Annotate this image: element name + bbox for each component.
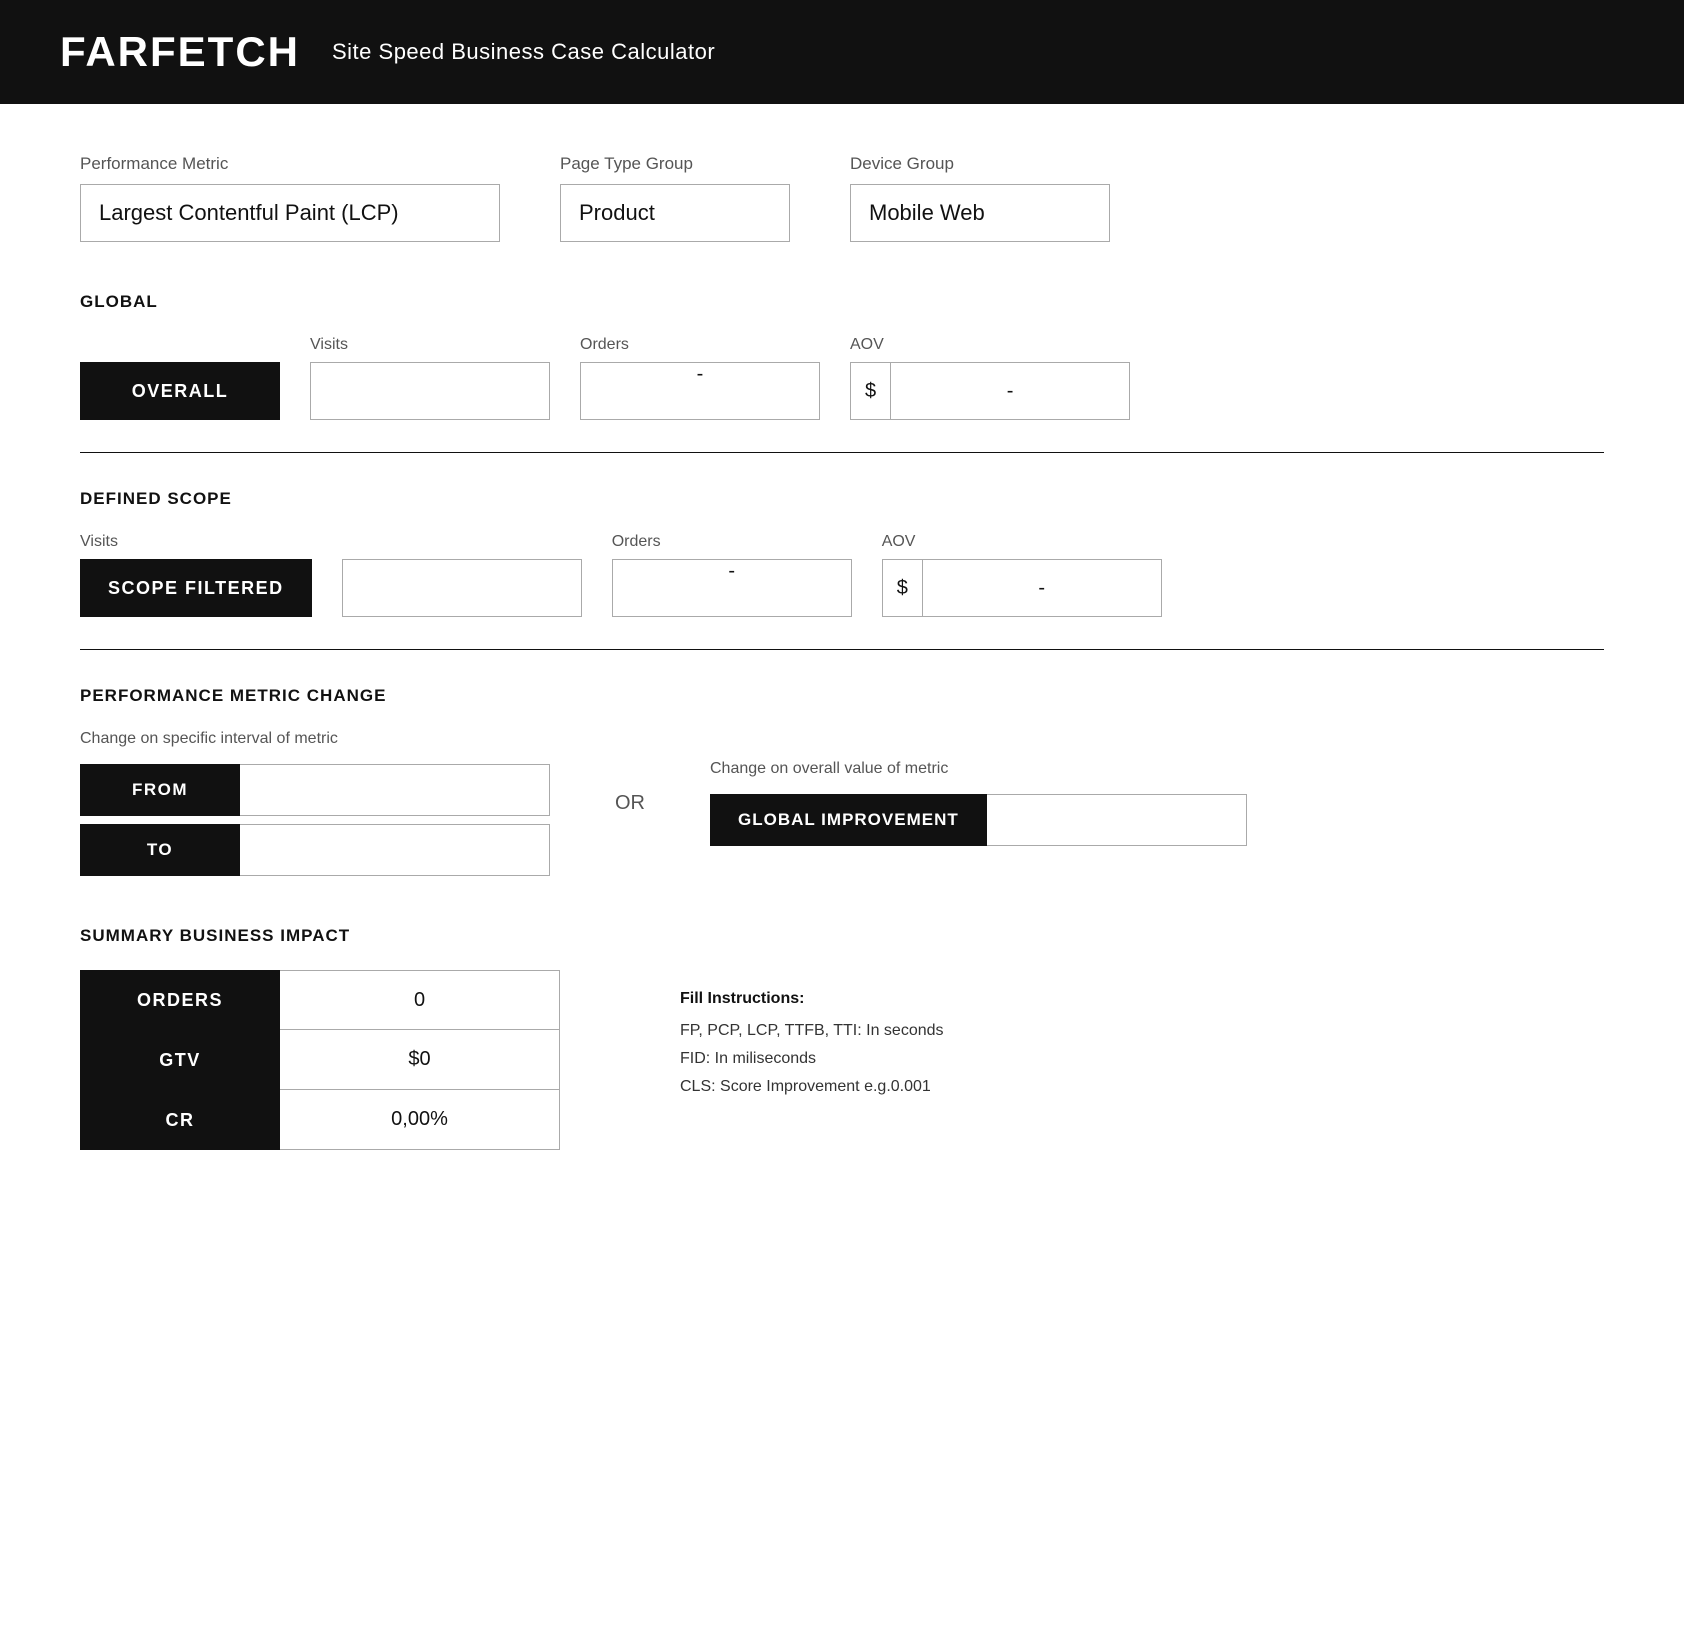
global-improvement-row: GLOBAL IMPROVEMENT: [710, 794, 1247, 846]
summary-cr-row: CR 0,00%: [80, 1090, 560, 1150]
overall-visits-label: Visits: [310, 336, 550, 354]
overall-aov-dollar: $: [851, 363, 891, 419]
page-type-group-group: Page Type Group: [560, 154, 790, 242]
summary-gtv-value: $0: [280, 1030, 560, 1090]
fill-item-2: CLS: Score Improvement e.g.0.001: [680, 1078, 944, 1096]
scope-orders-col: Orders -: [612, 533, 852, 617]
overall-aov-wrap: $ -: [850, 362, 1130, 420]
summary-content: ORDERS 0 GTV $0 CR 0,00% Fill Instructio…: [80, 970, 1604, 1150]
performance-metric-input[interactable]: [80, 184, 500, 242]
device-group-label: Device Group: [850, 154, 1110, 174]
from-input[interactable]: [240, 764, 550, 816]
summary-cr-value: 0,00%: [280, 1090, 560, 1150]
overall-aov-label: AOV: [850, 336, 1130, 354]
summary-section: SUMMARY BUSINESS IMPACT ORDERS 0 GTV $0 …: [80, 926, 1604, 1150]
summary-orders-label: ORDERS: [80, 970, 280, 1030]
global-improvement-input[interactable]: [987, 794, 1247, 846]
global-divider: [80, 452, 1604, 453]
device-group-input[interactable]: [850, 184, 1110, 242]
pmc-left: Change on specific interval of metric FR…: [80, 730, 550, 876]
summary-orders-value: 0: [280, 970, 560, 1030]
scope-aov-col: AOV $ -: [882, 533, 1162, 617]
fill-instructions: Fill Instructions: FP, PCP, LCP, TTFB, T…: [680, 970, 944, 1126]
defined-scope-label: DEFINED SCOPE: [80, 489, 1604, 509]
pmc-section-label: PERFORMANCE METRIC CHANGE: [80, 686, 1604, 706]
pmc-section: PERFORMANCE METRIC CHANGE Change on spec…: [80, 686, 1604, 876]
global-improvement-button[interactable]: GLOBAL IMPROVEMENT: [710, 794, 987, 846]
overall-visits-input[interactable]: [310, 362, 550, 420]
change-interval-label: Change on specific interval of metric: [80, 730, 550, 748]
scope-aov-label: AOV: [882, 533, 1162, 551]
page-type-group-input[interactable]: [560, 184, 790, 242]
scope-divider: [80, 649, 1604, 650]
performance-metric-label: Performance Metric: [80, 154, 500, 174]
scope-visits-input[interactable]: [342, 559, 582, 617]
overall-btn-col: . OVERALL: [80, 336, 280, 420]
pmc-right: Change on overall value of metric GLOBAL…: [710, 760, 1247, 846]
or-label: OR: [610, 792, 650, 815]
overall-orders-label: Orders: [580, 336, 820, 354]
change-overall-label: Change on overall value of metric: [710, 760, 1247, 778]
app-logo: FARFETCH: [60, 28, 300, 76]
page-type-group-label: Page Type Group: [560, 154, 790, 174]
summary-orders-row: ORDERS 0: [80, 970, 560, 1030]
summary-gtv-label: GTV: [80, 1030, 280, 1090]
from-row: FROM: [80, 764, 550, 816]
overall-aov-value: -: [891, 380, 1129, 403]
to-row: TO: [80, 824, 550, 876]
pmc-row: Change on specific interval of metric FR…: [80, 730, 1604, 876]
overall-aov-col: AOV $ -: [850, 336, 1130, 420]
app-subtitle: Site Speed Business Case Calculator: [332, 39, 715, 65]
overall-orders-col: Orders -: [580, 336, 820, 420]
scope-row: Visits SCOPE FILTERED . Orders - AOV $ -: [80, 533, 1604, 617]
overall-orders-value: -: [580, 362, 820, 420]
filters-row: Performance Metric Page Type Group Devic…: [80, 154, 1604, 242]
scope-visits-col: .: [342, 533, 582, 617]
scope-visits-header-label: Visits: [80, 533, 312, 551]
scope-aov-dollar: $: [883, 560, 923, 616]
scope-btn-col: Visits SCOPE FILTERED: [80, 533, 312, 617]
device-group-group: Device Group: [850, 154, 1110, 242]
from-to-rows: FROM TO: [80, 764, 550, 876]
summary-table: ORDERS 0 GTV $0 CR 0,00%: [80, 970, 560, 1150]
summary-section-label: SUMMARY BUSINESS IMPACT: [80, 926, 1604, 946]
scope-orders-value: -: [612, 559, 852, 617]
fill-item-0: FP, PCP, LCP, TTFB, TTI: In seconds: [680, 1022, 944, 1040]
performance-metric-group: Performance Metric: [80, 154, 500, 242]
summary-cr-label: CR: [80, 1090, 280, 1150]
scope-aov-wrap: $ -: [882, 559, 1162, 617]
scope-orders-label: Orders: [612, 533, 852, 551]
overall-button[interactable]: OVERALL: [80, 362, 280, 420]
global-section-label: GLOBAL: [80, 292, 1604, 312]
to-input[interactable]: [240, 824, 550, 876]
summary-gtv-row: GTV $0: [80, 1030, 560, 1090]
fill-item-1: FID: In miliseconds: [680, 1050, 944, 1068]
overall-row: . OVERALL Visits Orders - AOV $ -: [80, 336, 1604, 420]
to-button[interactable]: TO: [80, 824, 240, 876]
from-button[interactable]: FROM: [80, 764, 240, 816]
fill-instructions-title: Fill Instructions:: [680, 990, 944, 1008]
main-content: Performance Metric Page Type Group Devic…: [0, 104, 1684, 1200]
overall-visits-col: Visits: [310, 336, 550, 420]
scope-filtered-button[interactable]: SCOPE FILTERED: [80, 559, 312, 617]
app-header: FARFETCH Site Speed Business Case Calcul…: [0, 0, 1684, 104]
scope-aov-value: -: [923, 577, 1161, 600]
